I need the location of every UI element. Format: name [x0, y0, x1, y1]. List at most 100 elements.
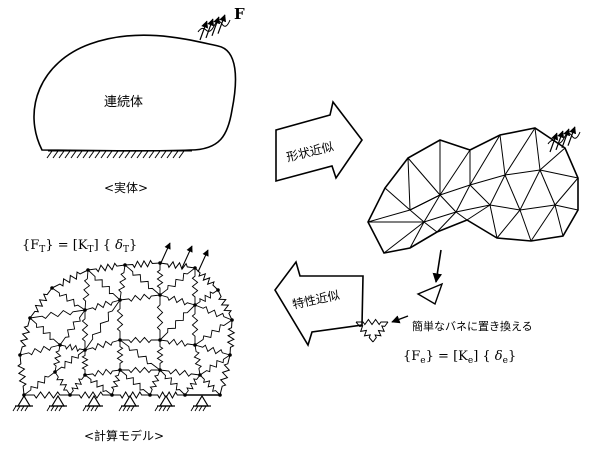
force-arrow: [197, 249, 209, 273]
pin-hatch: [12, 405, 17, 412]
spring-element: [124, 264, 161, 296]
pin-hatch: [202, 405, 207, 412]
spring-node: [110, 393, 114, 397]
spring-element: [120, 336, 160, 344]
spring-node: [216, 288, 220, 292]
spring-element: [81, 350, 89, 375]
spring-node: [218, 393, 222, 397]
hatch-mark: [58, 150, 65, 159]
spring-element: [84, 374, 113, 396]
pin-hatch: [122, 405, 127, 412]
extracted-element: [416, 282, 444, 306]
spring-element: [119, 293, 161, 302]
spring-node: [118, 338, 122, 342]
spring-boundary: [150, 390, 185, 400]
spring-node: [228, 353, 232, 357]
pin-support: [122, 394, 138, 407]
eq-t-eq: = [K: [54, 238, 88, 253]
spring-node: [123, 263, 127, 267]
eq-e-d: δ: [491, 349, 503, 364]
spring-element: [156, 295, 164, 340]
eq-t-d-close: }: [129, 238, 137, 253]
spring-model-caption: <計算モデル>: [84, 428, 164, 443]
spring-node: [53, 370, 57, 374]
hatch-mark: [148, 150, 155, 159]
spring-element: [81, 310, 89, 350]
hatch-mark: [154, 150, 161, 159]
force-arrow: [159, 242, 171, 266]
spring-element: [51, 287, 86, 311]
spring-element: [116, 340, 124, 370]
hatch-mark: [118, 150, 125, 159]
spring-element: [194, 344, 231, 356]
continuum-group: F 連続体 <実体>: [33, 5, 245, 195]
continuum-caption: <実体>: [104, 180, 148, 195]
spring-element: [193, 344, 202, 376]
hatch-mark: [160, 150, 167, 159]
hatch-mark: [76, 150, 83, 159]
eq-t-f-close: }: [45, 238, 53, 253]
spring-node: [148, 393, 152, 397]
spring-node: [193, 343, 197, 347]
spring-boundary: [17, 354, 27, 396]
extract-arrow: [432, 249, 443, 283]
spring-node: [118, 298, 122, 302]
spring-boundary: [226, 319, 236, 356]
hatch-mark: [106, 150, 113, 159]
spring-network: [17, 259, 236, 400]
continuum-label: 連続体: [104, 95, 143, 110]
spring-boundary: [19, 317, 31, 356]
spring-element: [119, 339, 161, 371]
hatch-mark: [52, 150, 59, 159]
pin-support: [194, 394, 210, 407]
hatch-mark: [124, 150, 131, 159]
hatch-mark: [166, 150, 173, 159]
eq-t-d-open: {: [99, 238, 111, 253]
spring-element: [159, 294, 196, 306]
spring-element: [149, 369, 161, 396]
spring-element: [84, 339, 121, 351]
force-arrows-spring-model: [159, 242, 209, 273]
eq-e-d-open: {: [478, 349, 490, 364]
spring-node: [158, 293, 162, 297]
spring-element: [194, 289, 219, 306]
spring-node: [28, 316, 32, 320]
force-label: F: [234, 5, 245, 23]
spring-element: [110, 369, 121, 396]
spring-node: [198, 373, 202, 377]
spring-node: [158, 368, 162, 372]
spring-element: [69, 374, 86, 396]
pin-hatch: [94, 405, 99, 412]
spring-node: [83, 348, 87, 352]
spring-element: [184, 374, 201, 396]
spring-boundary: [51, 269, 89, 289]
pin-hatch: [162, 405, 167, 412]
pin-hatch: [126, 405, 131, 412]
eq-e-f: {F: [403, 349, 420, 364]
eq-t-f: {F: [22, 238, 39, 253]
spring-element: [87, 269, 121, 301]
mesh-outline: [367, 127, 579, 254]
spring-boundary: [24, 391, 70, 399]
replace-note: 簡単なバネに置き換える: [412, 319, 533, 333]
spring-node: [183, 393, 187, 397]
pin-hatch: [166, 405, 171, 412]
continuum-body: [33, 34, 237, 152]
spring-triangle-edge: [372, 321, 389, 343]
spring-boundary: [219, 354, 231, 396]
pin-hatch: [54, 405, 59, 412]
spring-node: [86, 268, 90, 272]
eq-e-eq: = [K: [434, 349, 468, 364]
spring-element: [54, 371, 71, 396]
pin-hatch: [20, 405, 25, 412]
spring-element: [19, 344, 61, 356]
eq-t-d: δ: [111, 238, 123, 253]
spring-element: [199, 374, 221, 396]
pin-hatch: [50, 405, 55, 412]
spring-element: [159, 368, 201, 377]
spring-element: [29, 317, 61, 346]
spring-element: [84, 299, 121, 311]
pin-hatch: [194, 405, 199, 412]
spring-element: [159, 338, 196, 347]
spring-triangle-edge: [355, 321, 374, 343]
